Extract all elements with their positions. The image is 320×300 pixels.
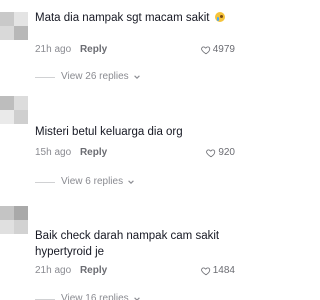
comment-body: Misteri betul keluarga dia org [35, 126, 183, 138]
comment-text: Baik check darah nampak cam sakit hypert… [35, 228, 230, 260]
comment-text: Mata dia nampak sgt macam sakit [35, 10, 230, 26]
heart-icon [200, 267, 210, 276]
comment-text: Misteri betul keluarga dia org [35, 124, 230, 140]
comment-time: 21h ago [35, 44, 72, 55]
chevron-down-icon [133, 75, 140, 79]
avatar[interactable] [0, 96, 28, 124]
avatar[interactable] [0, 206, 28, 234]
chevron-down-icon [133, 297, 140, 300]
view-replies-button[interactable]: View 6 replies [35, 175, 135, 189]
comments-list: Mata dia nampak sgt macam sakit 21h ago … [0, 0, 243, 300]
view-replies-label: View 16 replies [61, 293, 129, 300]
reply-button[interactable]: Reply [80, 44, 107, 55]
comment-time: 21h ago [35, 265, 72, 276]
avatar[interactable] [0, 12, 28, 40]
comment-time: 15h ago [35, 147, 72, 158]
divider-line [35, 181, 55, 183]
comment-body: Mata dia nampak sgt macam sakit [35, 12, 210, 24]
comment-meta: 21h ago Reply 4979 [35, 43, 235, 57]
view-replies-button[interactable]: View 26 replies [35, 70, 141, 84]
like-button[interactable]: 4979 [200, 43, 235, 57]
like-button[interactable]: 1484 [200, 264, 235, 278]
reply-button[interactable]: Reply [80, 265, 107, 276]
crying-face-emoji-icon [214, 12, 225, 22]
comment-body: Baik check darah nampak cam sakit hypert… [35, 230, 220, 258]
view-replies-button[interactable]: View 16 replies [35, 292, 141, 300]
like-count: 1484 [212, 265, 235, 276]
view-replies-label: View 26 replies [61, 71, 129, 82]
heart-icon [200, 46, 210, 55]
chevron-down-icon [128, 180, 134, 184]
comment-meta: 21h ago Reply 1484 [35, 264, 235, 278]
view-replies-label: View 6 replies [61, 176, 124, 187]
reply-button[interactable]: Reply [80, 147, 107, 158]
like-count: 920 [218, 147, 235, 158]
divider-line [35, 298, 55, 300]
divider-line [35, 76, 55, 78]
comment-meta: 15h ago Reply 920 [35, 146, 235, 160]
like-count: 4979 [212, 44, 235, 55]
heart-icon [206, 149, 216, 158]
like-button[interactable]: 920 [206, 146, 235, 160]
